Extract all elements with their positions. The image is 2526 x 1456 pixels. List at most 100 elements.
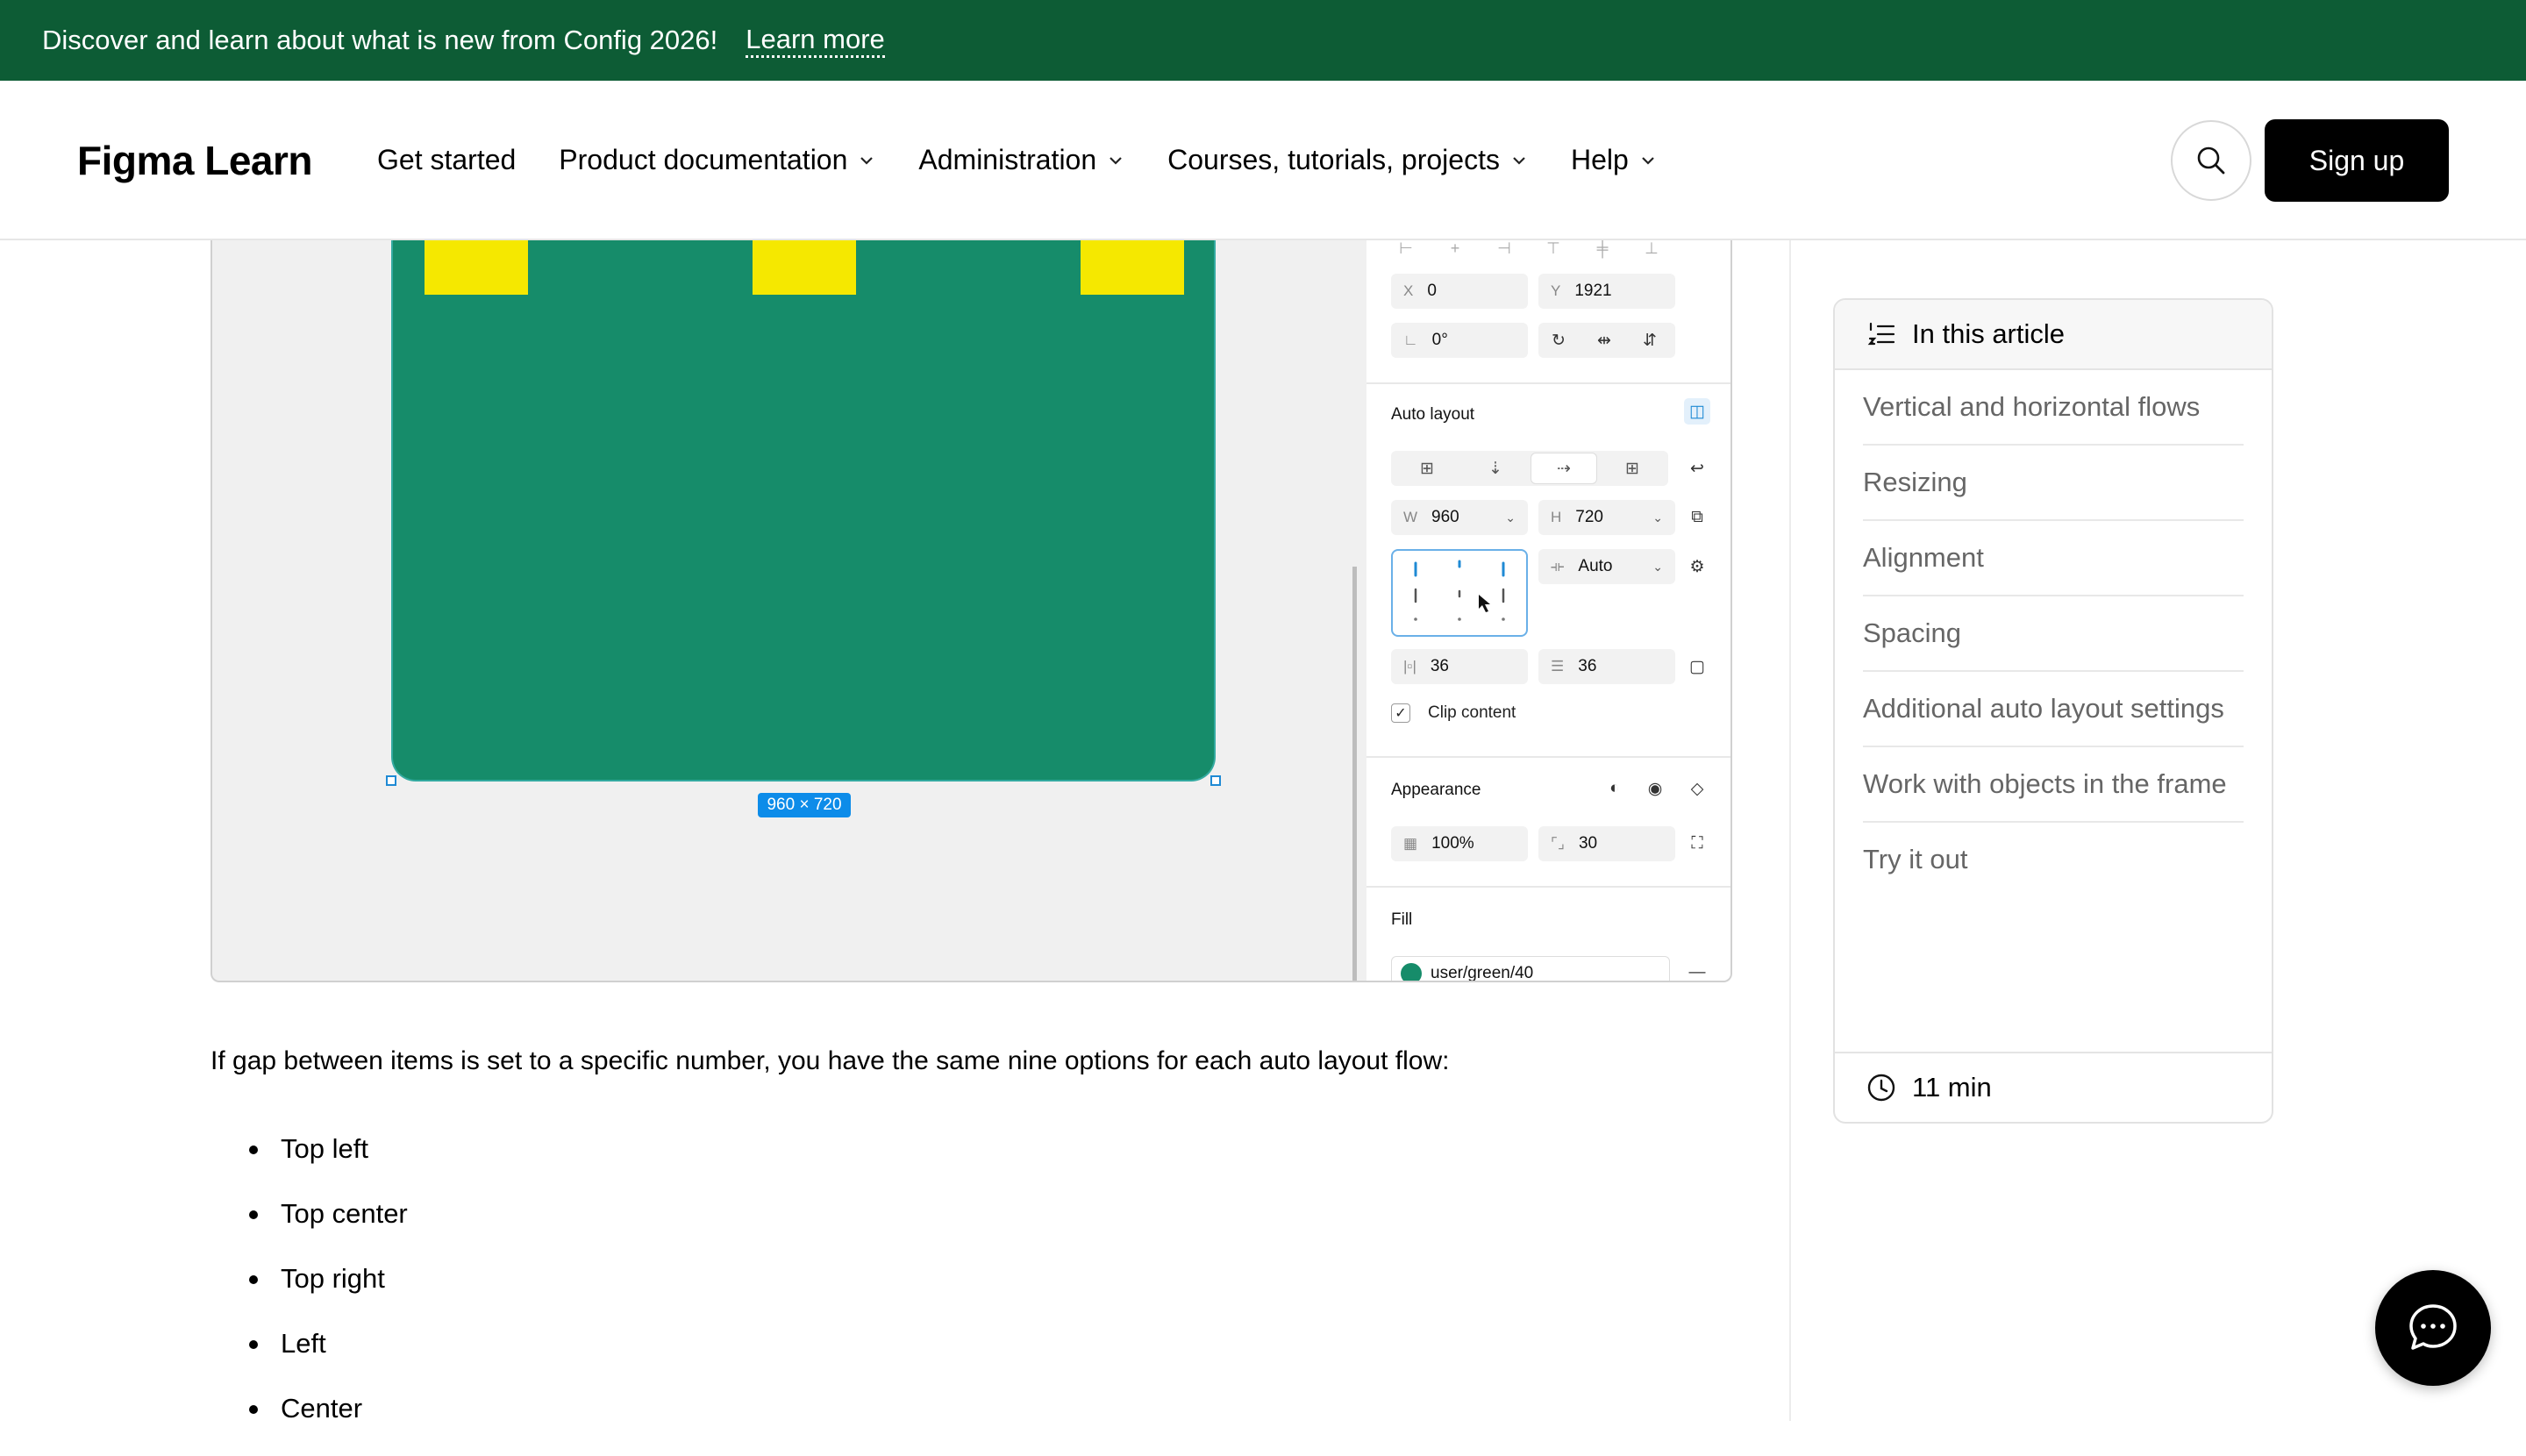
yellow-item: [1081, 240, 1184, 295]
nav-label: Courses, tutorials, projects: [1167, 144, 1500, 175]
individual-padding-icon[interactable]: ▢: [1684, 653, 1710, 680]
gap-icon: ⟛: [1551, 558, 1565, 575]
list-item: Center: [249, 1391, 408, 1456]
width-field[interactable]: W 960 ⌄: [1391, 500, 1528, 535]
yellow-item: [753, 240, 856, 295]
canvas-divider: [1352, 567, 1357, 981]
clip-content-label: Clip content: [1428, 703, 1516, 722]
nav-product-documentation[interactable]: Product documentation: [559, 144, 875, 176]
read-time-label: 11 min: [1912, 1072, 1992, 1103]
chevron-down-icon: [1110, 156, 1122, 165]
sign-up-button[interactable]: Sign up: [2265, 119, 2449, 202]
toc-item[interactable]: Additional auto layout settings: [1863, 672, 2244, 747]
content-divider: [1789, 240, 1791, 1421]
announcement-banner: Discover and learn about what is new fro…: [0, 0, 2526, 81]
list-item: Top left: [249, 1131, 408, 1196]
horizontal-padding-field[interactable]: |▫| 36: [1391, 649, 1528, 684]
nav-label: Product documentation: [559, 144, 848, 175]
yellow-item: [425, 240, 528, 295]
fill-title: Fill: [1391, 910, 1413, 929]
dimension-label: 960 × 720: [758, 793, 851, 817]
learn-more-link[interactable]: Learn more: [746, 23, 885, 59]
nav-label: Get started: [377, 144, 517, 175]
align-top-icon: ⊤: [1546, 240, 1560, 257]
resize-handle: [1210, 775, 1221, 786]
search-icon: [2197, 146, 2225, 175]
alignment-options-list: Top left Top center Top right Left Cente…: [249, 1131, 408, 1456]
vertical-padding-icon: ☰: [1551, 658, 1565, 674]
align-left-icon: ⊢: [1399, 240, 1413, 257]
resize-to-fit-icon[interactable]: ⧉: [1684, 504, 1710, 531]
angle-icon: ∟: [1403, 332, 1418, 348]
gap-field[interactable]: ⟛ Auto ⌄: [1538, 549, 1675, 584]
x-field[interactable]: X 0: [1391, 274, 1528, 309]
nav-get-started[interactable]: Get started: [377, 144, 516, 176]
main-nav: Get started Product documentation Admini…: [377, 144, 1700, 176]
chevron-down-icon: [1513, 156, 1525, 165]
article-paragraph: If gap between items is set to a specifi…: [210, 1046, 1450, 1075]
chevron-down-icon: [1641, 156, 1654, 165]
eye-icon[interactable]: ◉: [1642, 775, 1668, 802]
advanced-settings-icon[interactable]: ⚙: [1684, 553, 1710, 580]
horizontal-padding-icon: |▫|: [1403, 658, 1416, 674]
clip-content-checkbox[interactable]: ✓ Clip content: [1391, 703, 1516, 723]
clock-icon: [1867, 1074, 1895, 1102]
resize-handle: [386, 775, 396, 786]
list-item: Left: [249, 1326, 408, 1391]
blend-mode-icon[interactable]: ◐: [1602, 775, 1628, 802]
chevron-down-icon: [860, 156, 874, 165]
list-item: Top center: [249, 1196, 408, 1261]
site-logo[interactable]: Figma Learn: [77, 137, 313, 184]
individual-corners-icon[interactable]: ⛶: [1684, 831, 1710, 857]
toc-item[interactable]: Resizing: [1863, 446, 2244, 521]
section-divider: [1366, 756, 1730, 758]
rotation-field[interactable]: ∟ 0°: [1391, 323, 1528, 358]
toc-item[interactable]: Vertical and horizontal flows: [1863, 370, 2244, 446]
layout-direction-control: ⊞ ⇣ ⇢ ⊞: [1391, 451, 1668, 486]
read-time: 11 min: [1835, 1052, 2272, 1122]
toc-item[interactable]: Try it out: [1863, 823, 2244, 896]
search-button[interactable]: [2171, 120, 2251, 201]
chat-bubble-icon: [2409, 1304, 2457, 1350]
nav-courses[interactable]: Courses, tutorials, projects: [1167, 144, 1528, 176]
section-divider: [1366, 886, 1730, 888]
list-item: Top right: [249, 1261, 408, 1326]
flip-vertical-icon[interactable]: ⇵: [1637, 327, 1663, 353]
toc-item[interactable]: Spacing: [1863, 596, 2244, 672]
fill-swatch: [1401, 963, 1422, 981]
alignment-grid[interactable]: [1391, 549, 1528, 637]
opacity-field[interactable]: ▦ 100%: [1391, 826, 1528, 861]
rotate-icon[interactable]: ↻: [1545, 327, 1572, 353]
fill-field[interactable]: user/green/40: [1391, 956, 1670, 981]
height-field[interactable]: H 720 ⌄: [1538, 500, 1675, 535]
drop-icon[interactable]: ◇: [1684, 775, 1710, 802]
chevron-down-icon: ⌄: [1652, 559, 1663, 574]
vertical-padding-field[interactable]: ☰ 36: [1538, 649, 1675, 684]
list-icon: [1867, 322, 1895, 346]
layout-horizontal-icon[interactable]: ⇢: [1531, 453, 1596, 483]
chat-button[interactable]: [2375, 1270, 2491, 1386]
align-center-icon: +: [1450, 240, 1460, 257]
y-field[interactable]: Y 1921: [1538, 274, 1675, 309]
banner-text: Discover and learn about what is new fro…: [42, 25, 718, 55]
corner-radius-field[interactable]: ⌜⌟ 30: [1538, 826, 1675, 861]
toc-header: In this article: [1835, 300, 2272, 370]
wrap-icon[interactable]: ↩: [1684, 455, 1710, 482]
nav-administration[interactable]: Administration: [918, 144, 1124, 176]
nav-label: Help: [1570, 144, 1629, 175]
nav-help[interactable]: Help: [1571, 144, 1657, 176]
appearance-title: Appearance: [1391, 781, 1481, 799]
check-icon: ✓: [1391, 703, 1410, 723]
auto-layout-frame: [391, 240, 1216, 782]
properties-panel: ⊢ + ⊣ ⊤ ╪ ⊥ X 0 Y 1921 ∟ 0° ↻ ⇹ ⇵ Auto l…: [1366, 240, 1730, 981]
opacity-icon: ▦: [1403, 835, 1418, 852]
layout-vertical-icon[interactable]: ⇣: [1463, 453, 1528, 483]
toc-item[interactable]: Alignment: [1863, 521, 2244, 596]
layout-grid-icon[interactable]: ⊞: [1600, 453, 1665, 483]
transform-group: ↻ ⇹ ⇵: [1538, 323, 1675, 358]
toc-item[interactable]: Work with objects in the frame: [1863, 747, 2244, 823]
auto-layout-toggle-icon[interactable]: ◫: [1684, 398, 1710, 425]
remove-fill-icon[interactable]: —: [1684, 960, 1710, 981]
flip-horizontal-icon[interactable]: ⇹: [1591, 327, 1617, 353]
layout-freeform-icon[interactable]: ⊞: [1395, 453, 1459, 483]
